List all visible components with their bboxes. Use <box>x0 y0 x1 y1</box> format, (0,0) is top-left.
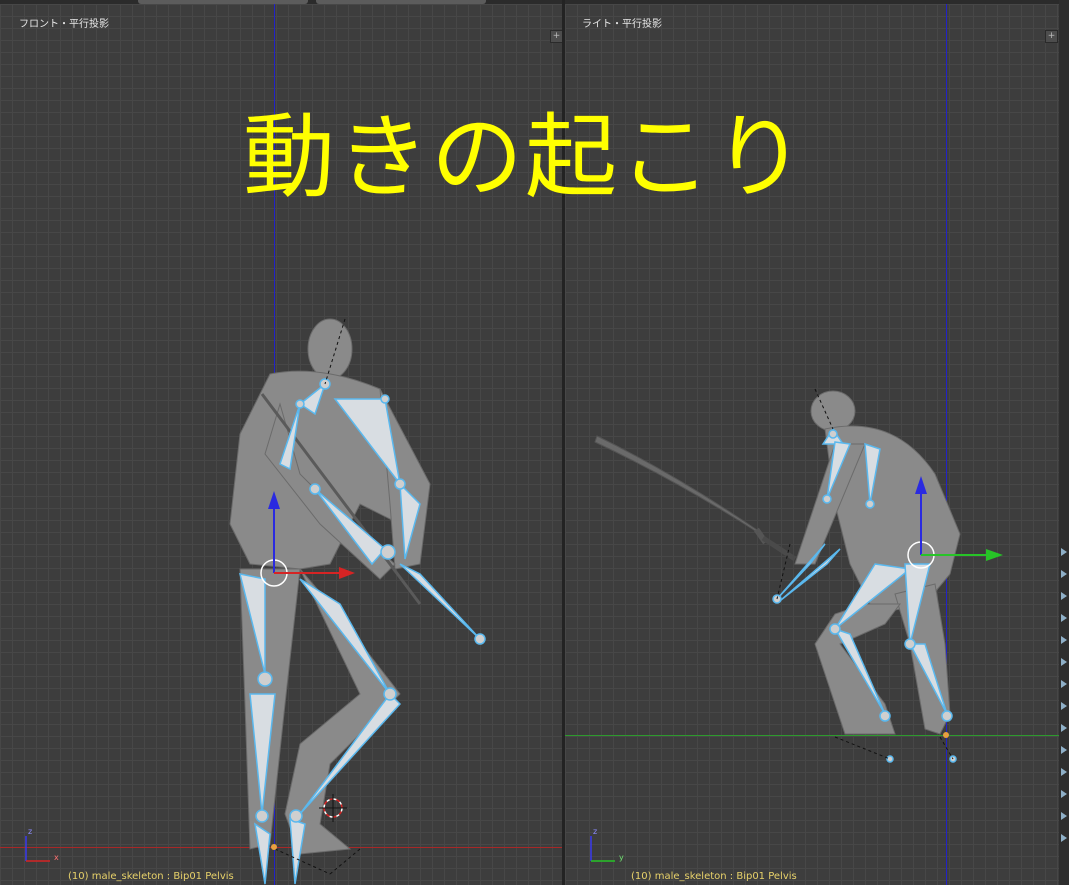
front-viewport-title: フロント・平行投影 <box>19 19 109 30</box>
expand-arrow-icon[interactable] <box>1061 548 1067 556</box>
overlay-title: 動きの起こり <box>243 104 808 211</box>
expand-arrow-icon[interactable] <box>1061 636 1067 644</box>
gizmo-x-label: x <box>54 853 59 862</box>
expand-arrow-icon[interactable] <box>1061 724 1067 732</box>
gizmo-y-label: y <box>619 853 624 862</box>
expand-arrow-icon[interactable] <box>1061 658 1067 666</box>
gizmo-z-label: z <box>28 827 33 836</box>
expand-arrow-icon[interactable] <box>1061 746 1067 754</box>
front-status-text: (10) male_skeleton : Bip01 Pelvis <box>68 871 234 882</box>
expand-arrow-icon[interactable] <box>1061 768 1067 776</box>
right-viewport-title: ライト・平行投影 <box>582 19 662 30</box>
expand-arrow-icon[interactable] <box>1061 680 1067 688</box>
expand-arrow-icon[interactable] <box>1061 570 1067 578</box>
expand-arrow-icon[interactable] <box>1061 834 1067 842</box>
expand-arrow-icon[interactable] <box>1061 614 1067 622</box>
head <box>810 390 856 432</box>
expand-arrow-icon[interactable] <box>1061 790 1067 798</box>
expand-arrow-icon[interactable] <box>1061 592 1067 600</box>
right-status-text: (10) male_skeleton : Bip01 Pelvis <box>631 871 797 882</box>
head <box>307 318 353 380</box>
viewport-split-icon[interactable]: + <box>550 30 562 43</box>
tool-shelf-edge[interactable] <box>1059 0 1069 885</box>
viewport-split-icon[interactable]: + <box>1045 30 1058 43</box>
expand-arrow-icon[interactable] <box>1061 702 1067 710</box>
gizmo-z-label: z <box>593 827 598 836</box>
katana-blade <box>594 435 766 538</box>
expand-arrow-icon[interactable] <box>1061 812 1067 820</box>
